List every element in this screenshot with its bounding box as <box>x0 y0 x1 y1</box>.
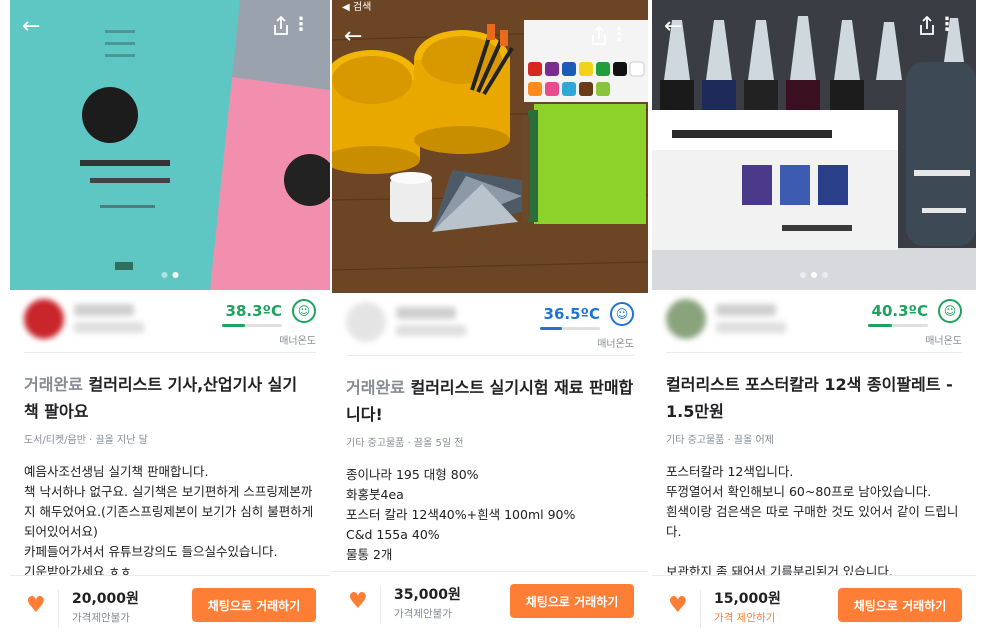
temperature-bar-fill <box>868 324 892 327</box>
smile-face-icon: ☺ <box>938 299 962 323</box>
photo-books <box>10 0 330 290</box>
description-line: 종이나라 195 대형 80% <box>346 467 479 482</box>
smile-face-icon: ☺ <box>610 302 634 326</box>
listing-meta: 기타 중고물품 · 끌올 어제 <box>666 435 774 446</box>
share-icon[interactable] <box>590 26 608 46</box>
listing-panel-2: ◀ 검색 ← ⋮ 36.5ºC ☺ 매너온도 거래완료 컬러리스트 실기시험 재… <box>332 0 648 642</box>
avatar[interactable] <box>346 302 386 342</box>
photo-pagination <box>800 272 828 278</box>
listing-title: 컬러리스트 포스터칼라 12색 종이팔레트 - 1.5만원 <box>666 371 962 425</box>
description-line: 포스터 칼라 12색40%+흰색 100ml 90% <box>346 507 576 522</box>
temperature-bar-fill <box>222 324 245 327</box>
seller-location-blurred <box>74 322 144 333</box>
seller-info[interactable]: 36.5ºC ☺ 매너온도 <box>346 293 634 356</box>
avatar[interactable] <box>24 299 64 339</box>
photo-pagination <box>161 272 179 278</box>
seller-info[interactable]: 40.3ºC ☺ 매너온도 <box>666 290 962 353</box>
seller-info[interactable]: 38.3ºC ☺ 매너온도 <box>24 290 316 353</box>
negotiation-status: 가격제안불가 <box>72 612 130 624</box>
seller-location-blurred <box>716 322 786 333</box>
price: 20,000원 <box>72 591 139 607</box>
status-badge: 거래완료 <box>24 375 83 394</box>
chat-trade-button[interactable]: 채팅으로 거래하기 <box>838 588 962 622</box>
temperature-value: 40.3ºC <box>871 302 928 320</box>
product-photo[interactable]: ← ⋮ <box>10 0 330 290</box>
temperature-bar-fill <box>540 327 562 330</box>
listing-description: 종이나라 195 대형 80% 화홍붓4ea 포스터 칼라 12색40%+흰색 … <box>346 465 634 565</box>
temperature-value: 38.3ºC <box>225 302 282 320</box>
listing-meta: 기타 중고물품 · 끌올 5일 전 <box>346 438 464 449</box>
back-icon[interactable]: ← <box>664 16 682 38</box>
status-bar-text: ◀ 검색 <box>342 2 372 13</box>
manner-temperature[interactable]: 40.3ºC ☺ 매너온도 <box>842 298 962 348</box>
pagination-dot <box>161 272 168 278</box>
price: 35,000원 <box>394 587 461 603</box>
chat-trade-button[interactable]: 채팅으로 거래하기 <box>192 588 316 622</box>
price: 15,000원 <box>714 591 781 607</box>
listing-panel-3: ← ⋮ 40.3ºC ☺ 매너온도 컬러리스트 포스터칼라 12색 종이팔레트 … <box>652 0 976 642</box>
seller-name-blurred <box>74 304 134 316</box>
divider <box>380 586 381 624</box>
divider <box>58 590 59 628</box>
pagination-dot <box>811 272 817 278</box>
listing-title: 거래완료 컬러리스트 실기시험 재료 판매합니다! <box>346 374 634 428</box>
seller-name-blurred <box>716 304 776 316</box>
back-icon[interactable]: ← <box>344 26 362 48</box>
description-line: 책 낙서하나 없구요. 실기책은 보기편하게 스프링제본까지 해두었어요.(기존… <box>24 484 314 539</box>
share-icon[interactable] <box>272 16 290 36</box>
description-line: C&d 155a 40% <box>346 527 440 542</box>
seller-name-blurred <box>396 307 456 319</box>
temperature-label: 매너온도 <box>279 336 316 347</box>
temperature-label: 매너온도 <box>925 336 962 347</box>
manner-temperature[interactable]: 38.3ºC ☺ 매너온도 <box>196 298 316 348</box>
negotiation-status: 가격 제안하기 <box>714 612 776 624</box>
temperature-value: 36.5ºC <box>543 305 600 323</box>
avatar[interactable] <box>666 299 706 339</box>
bottom-bar: ♥ 15,000원 가격 제안하기 채팅으로 거래하기 <box>652 575 976 642</box>
heart-icon[interactable]: ♥ <box>668 595 688 617</box>
description-line: 예음사조선생님 실기책 판매합니다. <box>24 464 209 479</box>
chat-trade-button[interactable]: 채팅으로 거래하기 <box>510 584 634 618</box>
seller-location-blurred <box>396 325 466 336</box>
status-badge: 거래완료 <box>346 378 405 397</box>
product-photo[interactable]: ◀ 검색 ← ⋮ <box>332 0 648 293</box>
smile-face-icon: ☺ <box>292 299 316 323</box>
listing-title-text: 컬러리스트 포스터칼라 12색 종이팔레트 - 1.5만원 <box>666 375 953 421</box>
heart-icon[interactable]: ♥ <box>348 591 368 613</box>
photo-poster-colors <box>652 0 976 290</box>
description-line: 물통 2개 <box>346 547 393 562</box>
divider <box>700 590 701 628</box>
temperature-bar <box>222 324 282 327</box>
share-icon[interactable] <box>918 16 936 36</box>
listing-title: 거래완료 컬러리스트 기사,산업기사 실기 책 팔아요 <box>24 371 316 425</box>
temperature-bar <box>540 327 600 330</box>
more-options-icon[interactable]: ⋮ <box>292 16 310 34</box>
more-options-icon[interactable]: ⋮ <box>610 26 628 44</box>
pagination-dot <box>822 272 828 278</box>
listing-panel-1: ← ⋮ 38.3ºC ☺ 매너온도 거래완료 컬러리스트 기사,산업기사 실기 … <box>10 0 330 642</box>
listing-description: 포스터칼라 12색입니다. 뚜껑열어서 확인해보니 60~80프로 남아있습니다… <box>666 462 962 582</box>
description-line: 카페들어가셔서 유튜브강의도 들으실수있습니다. <box>24 544 278 559</box>
pagination-dot <box>172 272 179 278</box>
more-options-icon[interactable]: ⋮ <box>938 16 956 34</box>
heart-icon[interactable]: ♥ <box>26 595 46 617</box>
negotiation-status: 가격제안불가 <box>394 608 452 620</box>
product-photo[interactable]: ← ⋮ <box>652 0 976 290</box>
description-line: 포스터칼라 12색입니다. <box>666 464 794 479</box>
temperature-bar <box>868 324 928 327</box>
description-line: 뚜껑열어서 확인해보니 60~80프로 남아있습니다. <box>666 484 932 499</box>
listing-description: 예음사조선생님 실기책 판매합니다. 책 낙서하나 없구요. 실기책은 보기편하… <box>24 462 316 582</box>
temperature-label: 매너온도 <box>597 339 634 350</box>
listing-meta: 도서/티켓/음반 · 끌올 지난 달 <box>24 435 148 446</box>
pagination-dot <box>800 272 806 278</box>
description-line: 화홍붓4ea <box>346 487 404 502</box>
description-line <box>666 542 962 562</box>
description-line: 흰색이랑 검은색은 따로 구매한 것도 있어서 같이 드립니다. <box>666 504 959 539</box>
bottom-bar: ♥ 20,000원 가격제안불가 채팅으로 거래하기 <box>10 575 330 642</box>
back-icon[interactable]: ← <box>22 16 40 38</box>
manner-temperature[interactable]: 36.5ºC ☺ 매너온도 <box>514 301 634 351</box>
bottom-bar: ♥ 35,000원 가격제안불가 채팅으로 거래하기 <box>332 571 648 642</box>
